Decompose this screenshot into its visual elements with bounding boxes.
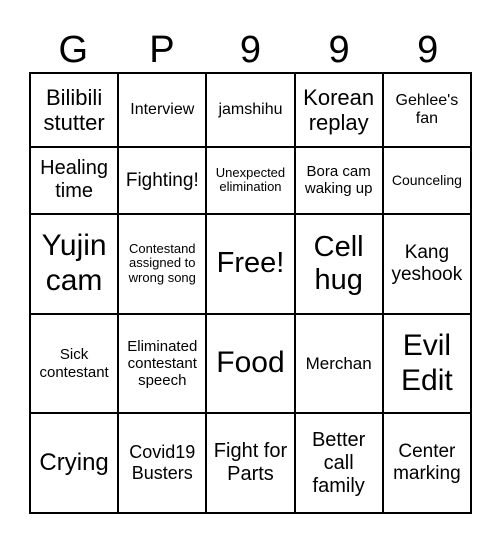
bingo-header: G P 9 9 9 xyxy=(29,28,472,72)
bingo-cell[interactable]: Korean replay xyxy=(293,72,384,148)
free-cell[interactable]: Free! xyxy=(205,213,296,315)
bingo-cell[interactable]: Fighting! xyxy=(117,145,208,216)
header-letter: G xyxy=(58,29,89,71)
bingo-cell[interactable]: Food xyxy=(205,312,296,415)
bingo-row: Healing time Fighting! Unexpected elimin… xyxy=(28,145,473,216)
bingo-cell[interactable]: Better call family xyxy=(293,412,384,514)
bingo-row: Bilibili stutter Interview jamshihu Kore… xyxy=(28,72,473,148)
bingo-row: Yujin cam Contestand assigned to wrong s… xyxy=(28,213,473,315)
bingo-cell[interactable]: Eliminated contestant speech xyxy=(117,312,208,415)
bingo-row: Sick contestant Eliminated contestant sp… xyxy=(28,312,473,415)
header-letter: P xyxy=(149,29,175,71)
bingo-cell[interactable]: Bilibili stutter xyxy=(28,72,120,148)
bingo-cell[interactable]: jamshihu xyxy=(205,72,296,148)
bingo-cell[interactable]: Fight for Parts xyxy=(205,412,296,514)
bingo-cell[interactable]: Kang yeshook xyxy=(381,213,473,315)
bingo-cell[interactable]: Interview xyxy=(117,72,208,148)
header-letter: 9 xyxy=(239,29,262,71)
bingo-cell[interactable]: Healing time xyxy=(28,145,120,216)
bingo-cell[interactable]: Cell hug xyxy=(293,213,384,315)
header-letter: 9 xyxy=(328,29,350,71)
bingo-cell[interactable]: Crying xyxy=(28,412,120,514)
bingo-cell[interactable]: Merchan xyxy=(293,312,384,415)
header-letter: 9 xyxy=(417,29,439,71)
bingo-cell[interactable]: Gehlee's fan xyxy=(381,72,473,148)
bingo-cell[interactable]: Covid19 Busters xyxy=(117,412,208,514)
bingo-cell[interactable]: Contestand assigned to wrong song xyxy=(117,213,208,315)
bingo-cell[interactable]: Unexpected elimination xyxy=(205,145,296,216)
bingo-cell[interactable]: Center marking xyxy=(381,412,473,514)
bingo-cell[interactable]: Evil Edit xyxy=(381,312,473,415)
bingo-cell[interactable]: Counceling xyxy=(381,145,473,216)
bingo-cell[interactable]: Sick contestant xyxy=(28,312,120,415)
bingo-row: Crying Covid19 Busters Fight for Parts B… xyxy=(28,412,473,514)
bingo-cell[interactable]: Yujin cam xyxy=(28,213,120,315)
bingo-grid: Bilibili stutter Interview jamshihu Kore… xyxy=(28,72,473,514)
bingo-cell[interactable]: Bora cam waking up xyxy=(293,145,384,216)
